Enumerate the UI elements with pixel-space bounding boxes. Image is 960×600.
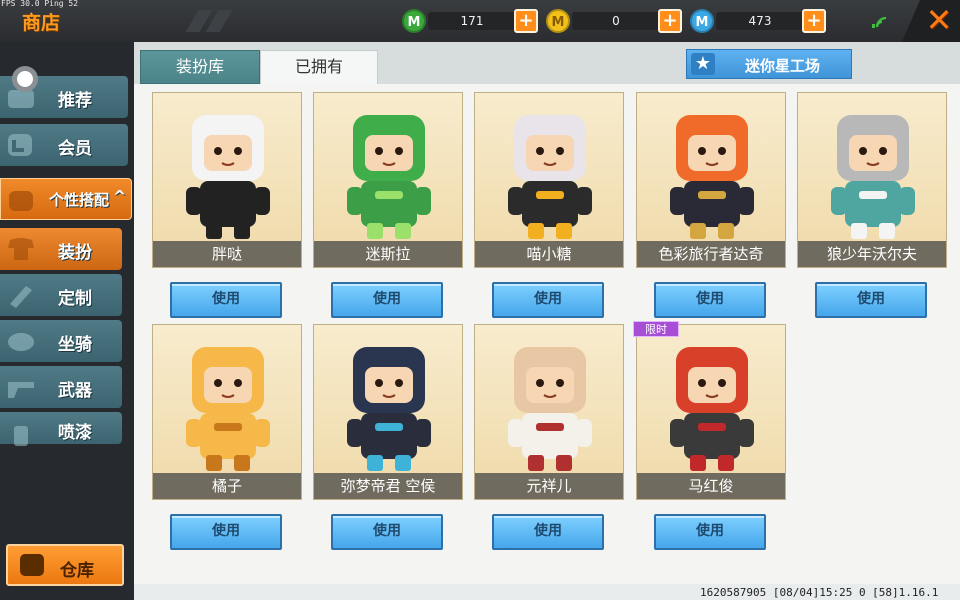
skin-name: 迷斯拉 — [314, 241, 462, 267]
warehouse-label: 仓库 — [60, 561, 94, 581]
sidebar-item-label: 坐骑 — [58, 335, 92, 355]
add-mini-point-button[interactable]: + — [802, 9, 826, 33]
add-mini-coin-button[interactable]: + — [658, 9, 682, 33]
use-button[interactable]: 使用 — [654, 282, 766, 318]
sidebar-item-weapon[interactable]: 武器 — [0, 366, 122, 408]
sidebar-item-label: 定制 — [58, 289, 92, 309]
main-panel: 装扮库 已拥有 ★ 迷你星工场 胖哒使用 迷斯拉使用 喵小糖使用 色彩旅行者达奇使用 狼… — [134, 42, 960, 600]
character-figure-icon — [347, 115, 431, 239]
mount-icon — [8, 333, 34, 351]
wifi-signal-icon — [872, 16, 887, 28]
skin-card[interactable]: 迷斯拉 — [313, 92, 463, 268]
sidebar-item-vip[interactable]: 会员 — [0, 124, 128, 166]
skin-card[interactable]: 橘子 — [152, 324, 302, 500]
sidebar-item-label: 推荐 — [58, 91, 92, 111]
puzzle-icon — [9, 191, 33, 211]
close-icon[interactable]: ✕ — [924, 4, 954, 36]
sidebar-item-label: 装扮 — [58, 243, 92, 263]
workshop-label: 迷你星工场 — [745, 57, 821, 75]
use-button[interactable]: 使用 — [492, 514, 604, 550]
use-button[interactable]: 使用 — [331, 514, 443, 550]
toggle-dot-icon[interactable] — [12, 66, 38, 92]
character-figure-icon — [508, 347, 592, 471]
sidebar-item-outfit[interactable]: 装扮 — [0, 228, 122, 270]
sidebar-item-label: 喷漆 — [58, 423, 92, 443]
character-figure-icon — [670, 115, 754, 239]
currency-value: 0 — [572, 12, 660, 30]
use-button[interactable]: 使用 — [492, 282, 604, 318]
fps-readout: FPS 30.0 Ping 52 — [1, 0, 79, 8]
mini-bean-icon: M — [402, 9, 426, 33]
skin-name: 色彩旅行者达奇 — [637, 241, 785, 267]
use-button[interactable]: 使用 — [331, 282, 443, 318]
brush-icon — [10, 286, 32, 308]
sidebar-item-spray[interactable]: 喷漆 — [0, 412, 122, 446]
chevron-up-icon: ^ — [113, 187, 127, 206]
spray-icon — [14, 426, 28, 446]
sidebar-item-personal-outfit[interactable]: 个性搭配 ^ — [0, 178, 132, 220]
shirt-icon — [8, 238, 34, 260]
star-icon: ★ — [691, 53, 715, 75]
skin-card[interactable]: 限时马红俊 — [633, 321, 786, 500]
use-button[interactable]: 使用 — [654, 514, 766, 550]
currency-value: 473 — [716, 12, 804, 30]
tab-outfit-library[interactable]: 装扮库 — [140, 50, 260, 84]
add-mini-bean-button[interactable]: + — [514, 9, 538, 33]
skin-card[interactable]: 胖哒 — [152, 92, 302, 268]
skin-name: 元祥儿 — [475, 473, 623, 499]
limited-badge: 限时 — [633, 321, 679, 337]
sidebar-item-custom[interactable]: 定制 — [0, 274, 122, 316]
skin-card[interactable]: 色彩旅行者达奇 — [636, 92, 786, 268]
use-button[interactable]: 使用 — [170, 514, 282, 550]
currency-value: 171 — [428, 12, 516, 30]
character-figure-icon — [670, 347, 754, 471]
sidebar: 推荐 会员 个性搭配 ^ 装扮 定制 坐骑 武器 喷漆 仓库 — [0, 42, 134, 600]
character-figure-icon — [186, 115, 270, 239]
top-bar: FPS 30.0 Ping 52 商店 M 171 + M 0 + M 473 … — [0, 0, 960, 42]
skin-card[interactable]: 元祥儿 — [474, 324, 624, 500]
skin-name: 胖哒 — [153, 241, 301, 267]
skin-grid: 胖哒 使用 迷斯拉 使用 喵小糖 使用 色彩旅行者达奇 使用 狼少年沃尔夫 使用 橘子 使用 弥梦帝君 … — [134, 84, 960, 584]
version-info: 1620587905 [08/04]15:25 0 [58]1.16.1 — [700, 586, 939, 599]
skin-name: 喵小糖 — [475, 241, 623, 267]
mini-workshop-button[interactable]: ★ 迷你星工场 — [686, 49, 852, 79]
character-figure-icon — [831, 115, 915, 239]
skin-name: 狼少年沃尔夫 — [798, 241, 946, 267]
skin-name: 弥梦帝君 空侯 — [314, 473, 462, 499]
sidebar-item-mount[interactable]: 坐骑 — [0, 320, 122, 362]
warehouse-icon — [20, 554, 44, 576]
mini-point-icon: M — [690, 9, 714, 33]
skin-card[interactable]: 狼少年沃尔夫 — [797, 92, 947, 268]
gun-icon — [8, 382, 34, 398]
page-title: 商店 — [22, 12, 61, 34]
use-button[interactable]: 使用 — [815, 282, 927, 318]
skin-card[interactable]: 喵小糖 — [474, 92, 624, 268]
tab-owned[interactable]: 已拥有 — [260, 50, 378, 84]
skin-name: 橘子 — [153, 473, 301, 499]
warehouse-button[interactable]: 仓库 — [6, 544, 124, 586]
mini-coin-icon: M — [546, 9, 570, 33]
skin-name: 马红俊 — [637, 473, 785, 499]
character-figure-icon — [186, 347, 270, 471]
character-figure-icon — [508, 115, 592, 239]
sidebar-item-label: 武器 — [58, 381, 92, 401]
character-figure-icon — [347, 347, 431, 471]
use-button[interactable]: 使用 — [170, 282, 282, 318]
skin-card[interactable]: 弥梦帝君 空侯 — [313, 324, 463, 500]
vip-icon — [8, 134, 32, 156]
tabs-bar: 装扮库 已拥有 ★ 迷你星工场 — [134, 42, 960, 84]
sidebar-item-label: 会员 — [58, 139, 92, 159]
sidebar-item-label: 个性搭配 — [49, 191, 110, 209]
